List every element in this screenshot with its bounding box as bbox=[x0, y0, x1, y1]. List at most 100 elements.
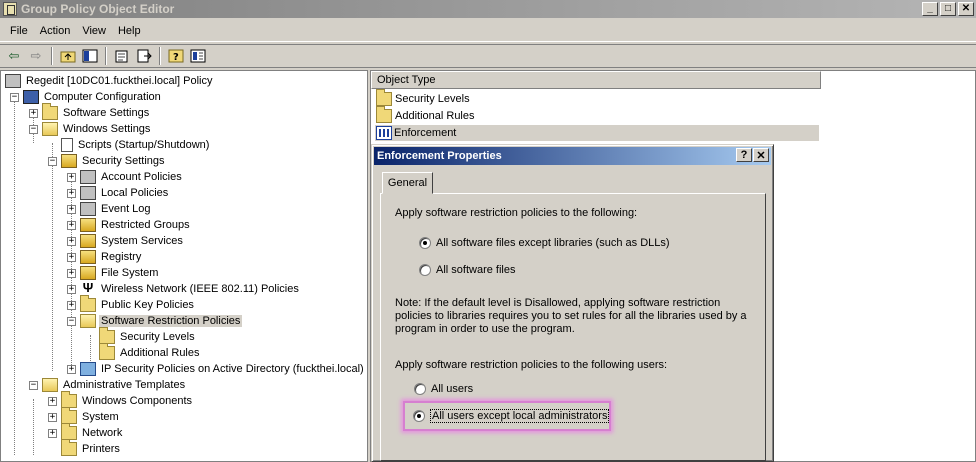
expand-icon[interactable]: + bbox=[67, 268, 76, 278]
gpo-editor-icon bbox=[3, 2, 17, 16]
dialog-titlebar: Enforcement Properties bbox=[374, 147, 771, 165]
tree-item-administrative-templates[interactable]: − Administrative Templates bbox=[29, 377, 187, 393]
tree-item-local-policies[interactable]: + Local Policies bbox=[67, 185, 170, 201]
folder-icon bbox=[61, 391, 77, 408]
folder-icon bbox=[99, 327, 115, 344]
folder-icon bbox=[376, 106, 392, 123]
up-folder-icon[interactable] bbox=[57, 46, 79, 66]
expand-icon[interactable]: + bbox=[48, 396, 57, 406]
dialog-title: Enforcement Properties bbox=[377, 150, 502, 162]
tree-item-network[interactable]: + Network bbox=[48, 423, 124, 441]
radio-button-selected[interactable] bbox=[419, 237, 431, 249]
expand-icon[interactable]: + bbox=[67, 364, 76, 374]
close-button[interactable]: ✕ bbox=[958, 2, 974, 16]
folder-icon bbox=[61, 423, 77, 440]
expand-icon[interactable]: + bbox=[48, 428, 57, 438]
back-icon[interactable]: ⇦ bbox=[3, 46, 25, 66]
radio-button[interactable] bbox=[414, 383, 426, 395]
menu-action[interactable]: Action bbox=[34, 23, 77, 39]
tree-item-account-policies[interactable]: + Account Policies bbox=[67, 169, 184, 185]
tree-item-scripts[interactable]: Scripts (Startup/Shutdown) bbox=[61, 137, 211, 153]
tab-general[interactable]: General bbox=[382, 172, 433, 194]
tree-root[interactable]: Regedit [10DC01.fuckthei.local] Policy bbox=[5, 73, 214, 89]
collapse-icon[interactable]: − bbox=[29, 124, 38, 134]
local-policies-icon bbox=[80, 186, 96, 200]
tree-item-system[interactable]: + System bbox=[48, 407, 121, 425]
tree-item-additional-rules[interactable]: Additional Rules bbox=[99, 343, 202, 361]
folder-icon bbox=[99, 343, 115, 360]
tree-item-ip-security-policies[interactable]: + IP Security Policies on Active Directo… bbox=[67, 361, 366, 377]
folder-icon bbox=[61, 439, 77, 456]
radio-all-users-except-admins[interactable]: All users except local administrators bbox=[413, 409, 610, 423]
expand-icon[interactable]: + bbox=[29, 108, 38, 118]
tree-item-software-settings[interactable]: + Software Settings bbox=[29, 103, 151, 121]
file-system-icon bbox=[80, 266, 96, 280]
list-item-enforcement[interactable]: Enforcement bbox=[375, 125, 819, 141]
account-policies-icon bbox=[80, 170, 96, 184]
maximize-button[interactable]: □ bbox=[940, 2, 956, 16]
console-icon[interactable] bbox=[187, 46, 209, 66]
expand-icon[interactable]: + bbox=[67, 300, 76, 310]
collapse-icon[interactable]: − bbox=[10, 92, 19, 102]
folder-icon bbox=[80, 295, 96, 312]
folder-open-icon bbox=[80, 314, 96, 328]
console-tree-pane[interactable]: Regedit [10DC01.fuckthei.local] Policy −… bbox=[0, 70, 368, 462]
tree-item-public-key-policies[interactable]: + Public Key Policies bbox=[67, 295, 196, 313]
column-header-object-type[interactable]: Object Type bbox=[371, 71, 821, 89]
radio-button[interactable] bbox=[419, 264, 431, 276]
collapse-icon[interactable]: − bbox=[48, 156, 57, 166]
expand-icon[interactable]: + bbox=[67, 220, 76, 230]
radio-button-selected[interactable] bbox=[413, 410, 425, 422]
tree-item-system-services[interactable]: + System Services bbox=[67, 233, 185, 249]
apply-users-label: Apply software restriction policies to t… bbox=[395, 359, 668, 371]
toolbar-separator bbox=[159, 47, 161, 65]
list-item-additional-rules[interactable]: Additional Rules bbox=[376, 106, 475, 124]
collapse-icon[interactable]: − bbox=[29, 380, 38, 390]
show-hide-tree-icon[interactable] bbox=[79, 46, 101, 66]
dialog-close-button[interactable]: ✕ bbox=[753, 148, 769, 162]
help-icon[interactable]: ? bbox=[165, 46, 187, 66]
menu-view[interactable]: View bbox=[76, 23, 112, 39]
tree-item-restricted-groups[interactable]: + Restricted Groups bbox=[67, 217, 192, 233]
minimize-button[interactable]: _ bbox=[922, 2, 938, 16]
expand-icon[interactable]: + bbox=[67, 252, 76, 262]
security-settings-icon bbox=[61, 154, 77, 168]
expand-icon[interactable]: + bbox=[67, 188, 76, 198]
registry-icon bbox=[80, 250, 96, 264]
expand-icon[interactable]: + bbox=[67, 236, 76, 246]
tree-item-security-levels[interactable]: Security Levels bbox=[99, 327, 197, 345]
tree-item-registry[interactable]: + Registry bbox=[67, 249, 143, 265]
radio-all-except-libraries[interactable]: All software files except libraries (suc… bbox=[419, 237, 670, 249]
tree-item-printers[interactable]: Printers bbox=[61, 439, 122, 457]
tree-item-windows-settings[interactable]: − Windows Settings bbox=[29, 121, 152, 137]
folder-open-icon bbox=[42, 378, 58, 392]
toolbar-separator bbox=[51, 47, 53, 65]
system-services-icon bbox=[80, 234, 96, 248]
antenna-icon: Ψ bbox=[82, 280, 94, 295]
folder-open-icon bbox=[42, 122, 58, 136]
tree-item-software-restriction-policies[interactable]: − Software Restriction Policies bbox=[67, 313, 243, 329]
forward-icon[interactable]: ⇨ bbox=[25, 46, 47, 66]
properties-icon[interactable] bbox=[111, 46, 133, 66]
expand-icon[interactable]: + bbox=[67, 204, 76, 214]
export-icon[interactable] bbox=[133, 46, 155, 66]
tree-item-wireless-network[interactable]: + Ψ Wireless Network (IEEE 802.11) Polic… bbox=[67, 281, 301, 297]
radio-all-software-files[interactable]: All software files bbox=[419, 264, 515, 276]
tree-item-file-system[interactable]: + File System bbox=[67, 265, 160, 281]
menu-file[interactable]: File bbox=[4, 23, 34, 39]
menu-help[interactable]: Help bbox=[112, 23, 147, 39]
tree-item-computer-configuration[interactable]: − Computer Configuration bbox=[10, 89, 163, 105]
collapse-icon[interactable]: − bbox=[67, 316, 76, 326]
menu-bar: File Action View Help bbox=[0, 20, 976, 42]
policy-icon bbox=[5, 74, 21, 88]
tree-item-event-log[interactable]: + Event Log bbox=[67, 201, 153, 217]
expand-icon[interactable]: + bbox=[48, 412, 57, 422]
computer-icon bbox=[23, 90, 39, 104]
expand-icon[interactable]: + bbox=[67, 172, 76, 182]
dialog-help-button[interactable]: ? bbox=[736, 148, 752, 162]
folder-icon bbox=[376, 89, 392, 106]
list-item-security-levels[interactable]: Security Levels bbox=[376, 89, 470, 107]
expand-icon[interactable]: + bbox=[67, 284, 76, 294]
tree-item-security-settings[interactable]: − Security Settings bbox=[48, 153, 167, 169]
radio-all-users[interactable]: All users bbox=[414, 383, 473, 395]
